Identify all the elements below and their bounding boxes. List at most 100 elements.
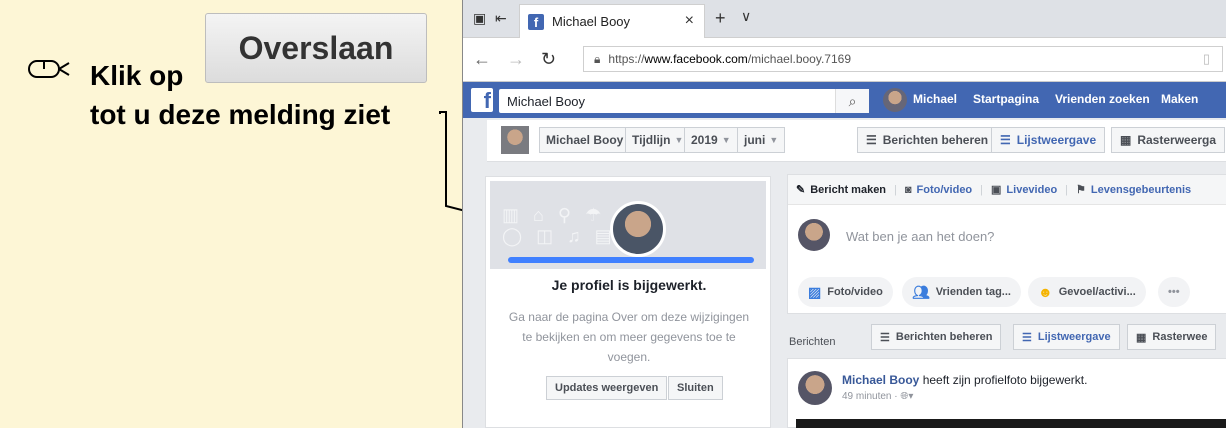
avatar[interactable] — [798, 371, 832, 405]
search-icon[interactable]: ⌕ — [835, 89, 869, 113]
card-title: Je profiel is bijgewerkt. — [551, 277, 707, 293]
post-media[interactable] — [796, 419, 1226, 428]
more-options-button[interactable]: ••• — [1158, 277, 1190, 307]
facebook-logo-icon[interactable]: f — [471, 88, 493, 112]
progress-bar — [508, 257, 754, 263]
facebook-search-input[interactable]: Michael Booy — [499, 89, 869, 113]
url-path: /michael.booy.7169 — [747, 52, 851, 66]
tab-create-post[interactable]: ✎ Bericht maken — [796, 183, 887, 197]
tag-chip-label: Vrienden tag... — [935, 286, 1011, 298]
avatar — [610, 201, 666, 257]
tab-live-video-label: Livevideo — [1006, 183, 1058, 196]
divider: | — [894, 183, 897, 196]
profile-name-button[interactable]: Michael Booy — [539, 127, 630, 153]
nav-create[interactable]: Maken — [1161, 92, 1198, 106]
timeline-tab-dropdown[interactable]: Tijdlijn ▼ — [625, 127, 690, 153]
chevron-down-icon: ▼ — [721, 135, 731, 145]
profile-updated-card: ▥⌂⚲☂◯◫♫▤▥ Je profiel is bijgewerkt. Ga n… — [485, 176, 771, 428]
list-icon: ☰ — [1000, 133, 1011, 147]
list-view-label: Lijstweergave — [1016, 133, 1097, 147]
chevron-down-icon: ▼ — [769, 135, 779, 145]
list-view-button[interactable]: ☰ Lijstweergave — [991, 127, 1106, 153]
globe-icon[interactable]: 🌐︎▾ — [900, 391, 913, 402]
feeling-chip[interactable]: ☻ Gevoel/activi... — [1028, 277, 1146, 307]
nav-profile[interactable]: Michael — [913, 92, 957, 106]
view-updates-button[interactable]: Updates weergeven — [546, 376, 668, 400]
url-domain: www.facebook.com — [644, 52, 748, 66]
avatar[interactable] — [501, 126, 529, 154]
card-description: Ga naar de pagina Over om deze wijziging… — [508, 310, 750, 364]
grid-view-label: Rasterwee — [1152, 331, 1208, 343]
year-dropdown[interactable]: 2019 ▼ — [684, 127, 737, 153]
month-label: juni — [744, 133, 766, 147]
chevron-down-icon: ▼ — [674, 135, 684, 145]
close-button[interactable]: Sluiten — [668, 376, 723, 400]
tab-title: Michael Booy — [552, 14, 631, 29]
smiley-icon: ☻ — [1038, 284, 1053, 300]
browser-window: ▣ ⇤ f Michael Booy × + ∨ ← → ↻ 🔒︎ https:… — [462, 0, 1226, 428]
camera-icon: ◙ — [904, 183, 912, 196]
tab-live-video[interactable]: ▣ Livevideo — [991, 183, 1058, 197]
manage-posts-label: Berichten beheren — [895, 331, 993, 343]
avatar[interactable] — [883, 88, 907, 112]
post-headline: Michael Booy heeft zijn profielfoto bijg… — [842, 373, 1087, 387]
manage-posts-label: Berichten beheren — [882, 133, 989, 147]
post-time-text[interactable]: 49 minuten · — [842, 391, 900, 402]
manage-posts-button[interactable]: ☰ Berichten beheren — [871, 324, 1002, 350]
timeline-tab-label: Tijdlijn — [632, 133, 671, 147]
composer-tabs: ✎ Bericht maken | ◙ Foto/video | ▣ Livevide… — [788, 175, 1226, 205]
tab-photo-video-label: Foto/video — [916, 183, 973, 196]
month-dropdown[interactable]: juni ▼ — [737, 127, 786, 153]
pencil-icon: ✎ — [796, 184, 806, 196]
facebook-favicon-icon: f — [528, 13, 544, 30]
grid-view-button[interactable]: ▦ Rasterwee — [1127, 324, 1217, 350]
tab-life-event-label: Levensgebeurtenis — [1090, 183, 1192, 196]
set-aside-tabs-icon[interactable]: ⇤ — [495, 10, 507, 27]
post-author-link[interactable]: Michael Booy — [842, 373, 919, 387]
tab-menu-chevron-icon[interactable]: ∨ — [741, 8, 751, 25]
tab-create-post-label: Bericht maken — [810, 183, 887, 196]
tab-life-event[interactable]: ⚑ Levensgebeurtenis — [1076, 183, 1192, 197]
close-tab-icon[interactable]: × — [685, 12, 694, 30]
manage-posts-button[interactable]: ☰ Berichten beheren — [857, 127, 998, 153]
new-tab-icon[interactable]: + — [715, 8, 726, 29]
nav-find-friends[interactable]: Vrienden zoeken — [1055, 92, 1150, 106]
tab-preview-icon[interactable]: ▣ — [473, 10, 486, 27]
post-composer: ✎ Bericht maken | ◙ Foto/video | ▣ Livevide… — [787, 174, 1226, 314]
year-label: 2019 — [691, 133, 718, 147]
video-icon: ▣ — [991, 184, 1002, 196]
instruction-panel: Klik op Overslaan tot u deze melding zie… — [0, 0, 525, 428]
grid-icon: ▦ — [1120, 133, 1132, 147]
manage-posts-icon: ☰ — [866, 133, 877, 147]
address-bar-row: ← → ↻ 🔒︎ https://www.facebook.com/michae… — [463, 38, 1226, 82]
url-field[interactable]: 🔒︎ https://www.facebook.com/michael.booy… — [583, 46, 1223, 72]
tab-michael-booy[interactable]: f Michael Booy × — [519, 4, 705, 38]
status-input[interactable]: Wat ben je aan het doen? — [846, 229, 994, 244]
feeling-chip-label: Gevoel/activi... — [1058, 286, 1136, 298]
photo-video-chip[interactable]: ▨ Foto/video — [798, 277, 893, 307]
refresh-icon[interactable]: ↻ — [541, 49, 556, 70]
photo-icon: ▨ — [808, 283, 822, 300]
manage-posts-icon: ☰ — [880, 331, 890, 344]
back-arrow-icon[interactable]: ← — [473, 49, 491, 70]
list-view-button[interactable]: ☰ Lijstweergave — [1013, 324, 1120, 350]
tab-photo-video[interactable]: ◙ Foto/video — [905, 184, 972, 196]
card-banner: ▥⌂⚲☂◯◫♫▤▥ — [490, 181, 766, 269]
list-icon: ☰ — [1022, 331, 1032, 344]
reading-view-icon[interactable]: ▯ — [1203, 51, 1210, 67]
photo-chip-label: Foto/video — [827, 286, 883, 298]
facebook-top-bar: f Michael Booy ⌕ Michael Startpagina Vri… — [463, 82, 1226, 118]
url-prefix: https:// — [608, 52, 645, 66]
tag-friends-chip[interactable]: 👥︎ Vrienden tag... — [902, 277, 1021, 307]
nav-home[interactable]: Startpagina — [973, 92, 1039, 106]
divider: | — [1065, 183, 1069, 196]
timeline-post: Michael Booy heeft zijn profielfoto bijg… — [787, 358, 1226, 428]
tab-bar: ▣ ⇤ f Michael Booy × + ∨ — [463, 0, 1226, 38]
tag-friends-icon: 👥︎ — [912, 283, 930, 300]
grid-view-button[interactable]: ▦ Rasterweerga — [1111, 127, 1226, 153]
forward-arrow-icon[interactable]: → — [507, 49, 525, 70]
grid-icon: ▦ — [1136, 331, 1147, 344]
posts-label: Berichten — [789, 336, 836, 348]
grid-view-label: Rasterweerga — [1137, 133, 1217, 147]
lock-icon: 🔒︎ — [594, 51, 601, 66]
